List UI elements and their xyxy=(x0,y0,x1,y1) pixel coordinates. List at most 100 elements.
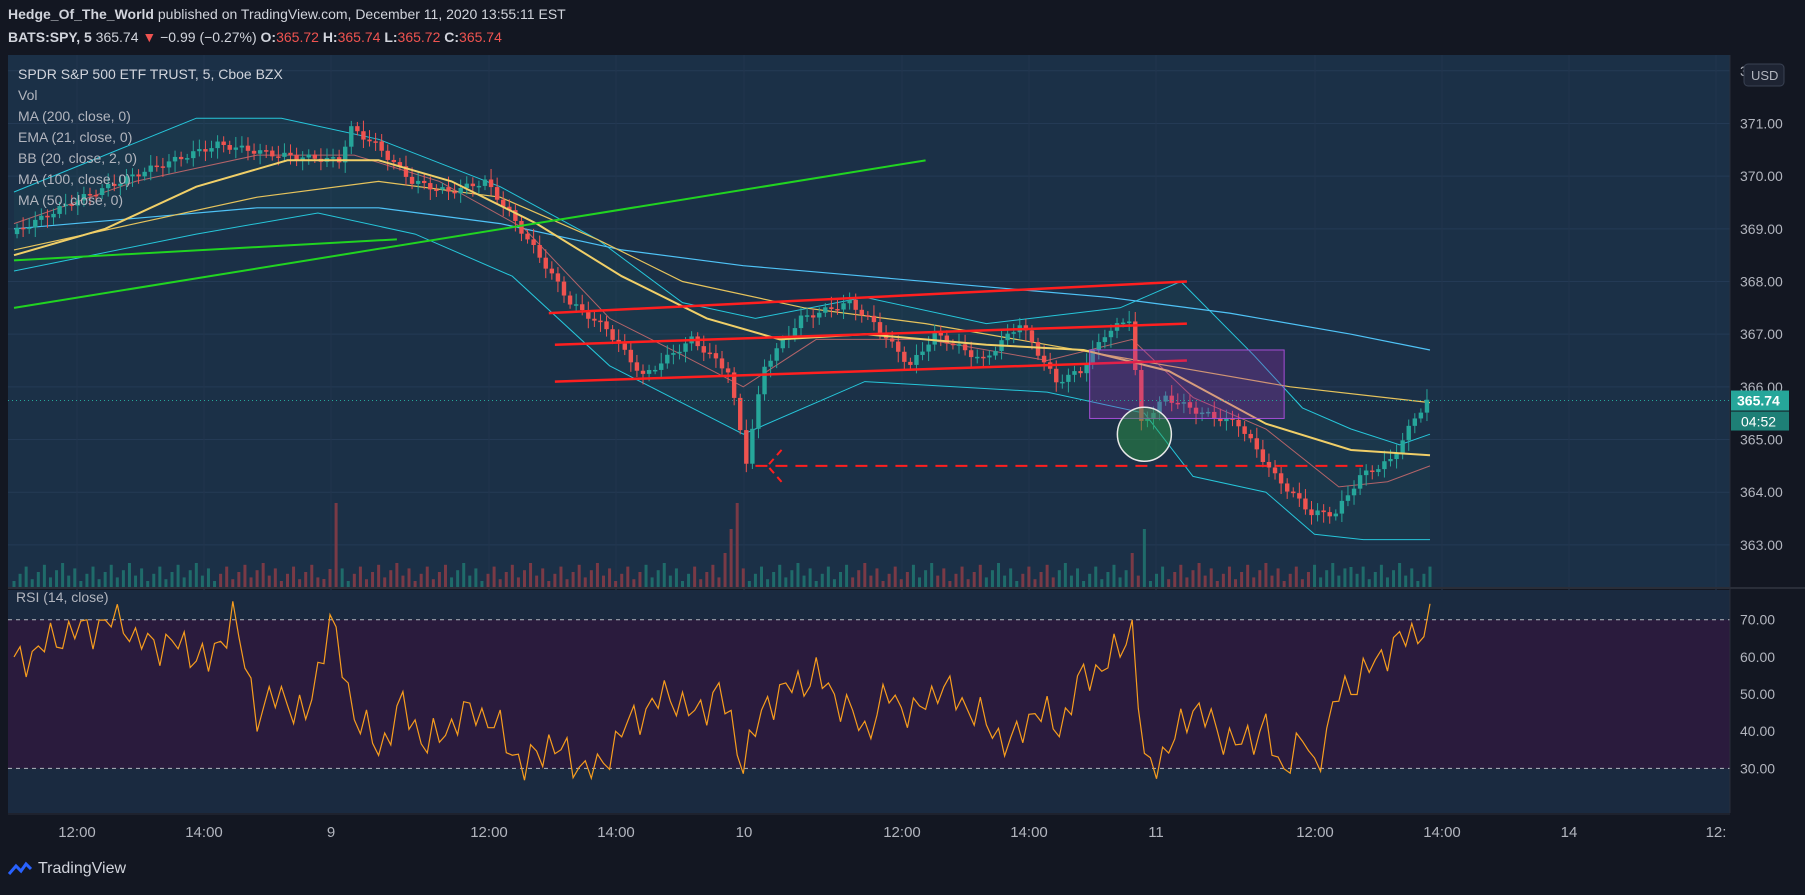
volume-bar xyxy=(219,573,223,587)
price-chart[interactable]: 372.00371.00370.00369.00368.00367.00366.… xyxy=(0,0,1805,895)
volume-bar xyxy=(869,575,873,587)
candle-body xyxy=(865,315,871,317)
candle-body xyxy=(695,336,700,347)
volume-bar xyxy=(1288,573,1292,587)
candle-body xyxy=(385,150,390,160)
candle-body xyxy=(148,165,153,172)
candle-body xyxy=(1303,498,1308,510)
candle-body xyxy=(373,141,378,143)
volume-bar xyxy=(1155,573,1159,587)
volume-bar xyxy=(443,564,447,587)
candle-body xyxy=(610,329,615,340)
candle-body xyxy=(531,239,536,245)
series-title[interactable]: SPDR S&P 500 ETF TRUST, 5, Cboe BZX xyxy=(18,66,283,82)
volume-bar xyxy=(1185,577,1189,587)
candle-body xyxy=(428,183,433,190)
candle-body xyxy=(446,187,451,192)
candle-body xyxy=(798,315,804,329)
volume-bar xyxy=(1276,568,1280,587)
volume-bar xyxy=(802,575,806,587)
volume-bar xyxy=(1349,567,1353,587)
volume-bar xyxy=(79,581,83,587)
volume-bar xyxy=(1379,564,1383,587)
volume-bar xyxy=(1325,570,1329,587)
volume-bar xyxy=(899,579,903,587)
candle-body xyxy=(227,145,232,150)
candle-body xyxy=(1041,355,1047,363)
indicator-label[interactable]: EMA (21, close, 0) xyxy=(18,129,132,145)
candle-body xyxy=(452,191,457,194)
volume-bar xyxy=(249,577,253,587)
candle-body xyxy=(209,148,214,152)
volume-bar xyxy=(401,575,405,587)
candle-body xyxy=(622,343,627,350)
candle-body xyxy=(1315,510,1320,516)
volume-bar xyxy=(267,575,271,587)
volume-bar xyxy=(753,573,757,587)
candle-body xyxy=(592,318,597,321)
volume-bar xyxy=(97,579,101,587)
candle-body xyxy=(294,155,299,160)
candle-body xyxy=(665,354,670,364)
candle-body xyxy=(1406,425,1411,441)
volume-bar xyxy=(1337,575,1341,587)
highlight-circle xyxy=(1116,406,1173,462)
indicator-label[interactable]: MA (100, close, 0) xyxy=(18,171,131,187)
indicator-label[interactable]: Vol xyxy=(18,87,37,103)
volume-bar xyxy=(881,581,885,587)
volume-bar xyxy=(30,579,34,587)
time-axis-label: 11 xyxy=(1148,824,1164,841)
candle-body xyxy=(1339,500,1345,514)
volume-bar xyxy=(796,563,800,587)
candle-body xyxy=(804,315,810,317)
candle-body xyxy=(1054,368,1059,383)
candle-body xyxy=(926,344,931,352)
indicator-label[interactable]: BB (20, close, 2, 0) xyxy=(18,150,137,166)
volume-bar xyxy=(1173,572,1177,587)
volume-bar xyxy=(310,564,314,587)
candle-body xyxy=(738,397,743,431)
footer-brand[interactable]: TradingView xyxy=(8,860,126,878)
volume-bar xyxy=(1294,566,1298,587)
candle-body xyxy=(39,215,44,220)
indicator-label[interactable]: MA (50, close, 0) xyxy=(18,192,123,208)
candle-body xyxy=(573,304,579,306)
volume-bar xyxy=(42,564,46,587)
indicator-label[interactable]: MA (200, close, 0) xyxy=(18,108,131,124)
volume-bar xyxy=(978,564,982,587)
volume-bar xyxy=(942,568,946,587)
candle-body xyxy=(26,227,32,230)
candle-body xyxy=(391,159,397,163)
candle-body xyxy=(683,343,688,352)
volume-bar xyxy=(1094,566,1098,587)
volume-bar xyxy=(529,563,533,587)
candle-body xyxy=(768,360,773,367)
candle-body xyxy=(136,174,141,177)
volume-bar xyxy=(601,575,605,587)
volume-bar xyxy=(127,563,131,587)
volume-bar xyxy=(845,564,849,587)
volume-bar xyxy=(24,566,28,587)
volume-bar xyxy=(1270,575,1274,587)
volume-bar xyxy=(893,566,897,587)
volume-bar xyxy=(377,564,381,587)
volume-bar xyxy=(480,581,484,587)
candle-body xyxy=(1029,330,1035,343)
candle-body xyxy=(330,157,336,159)
candle-body xyxy=(1066,374,1071,382)
candle-body xyxy=(543,257,548,269)
volume-bar xyxy=(1009,568,1013,587)
volume-bar xyxy=(772,572,776,587)
volume-bar xyxy=(1416,581,1420,587)
time-axis-label: 12:00 xyxy=(58,824,96,841)
volume-bar xyxy=(990,570,994,587)
volume-bar xyxy=(522,570,526,587)
volume-bar xyxy=(109,564,113,587)
candle-body xyxy=(142,171,147,177)
volume-bar xyxy=(741,568,745,587)
rsi-pane[interactable] xyxy=(8,590,1730,813)
candle-body xyxy=(233,147,239,150)
candle-body xyxy=(981,356,986,359)
candle-body xyxy=(628,349,634,363)
volume-bar xyxy=(875,568,879,587)
